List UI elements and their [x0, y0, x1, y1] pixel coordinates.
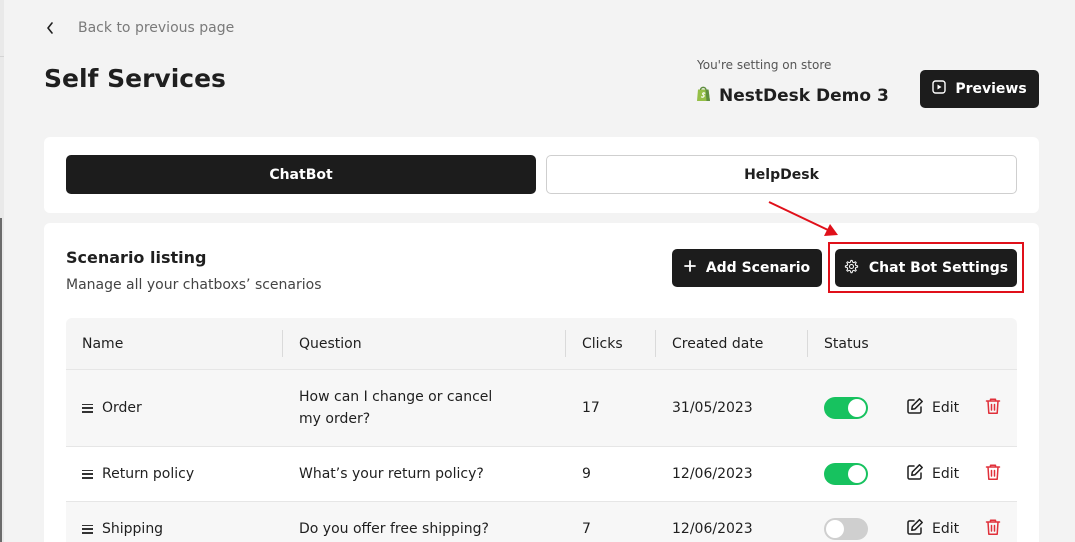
table-row: Order How can I change or cancel my orde…: [66, 369, 1017, 446]
edit-button[interactable]: Edit: [906, 447, 959, 501]
delete-button[interactable]: [985, 370, 1001, 446]
scenario-table: Name Question Clicks Created date Status…: [66, 318, 1017, 542]
toggle-knob: [848, 399, 866, 417]
scenario-name: Order: [102, 400, 142, 416]
chat-bot-settings-label: Chat Bot Settings: [868, 260, 1009, 276]
edge-scroll-indicator: [0, 218, 2, 542]
column-divider: [807, 330, 808, 357]
annotation-arrow: [768, 201, 838, 236]
status-cell: [824, 370, 868, 446]
edit-icon: [906, 397, 924, 419]
status-cell: [824, 502, 868, 542]
scenario-question: How can I change or cancel my order?: [299, 389, 493, 427]
delete-button[interactable]: [985, 447, 1001, 501]
drag-handle-icon[interactable]: [82, 403, 93, 413]
name-cell: Return policy: [82, 447, 194, 501]
scenario-clicks: 17: [582, 400, 600, 416]
scenario-clicks: 7: [582, 521, 591, 537]
add-scenario-button[interactable]: Add Scenario: [672, 249, 822, 287]
column-divider: [655, 330, 656, 357]
edit-label: Edit: [932, 466, 960, 482]
trash-icon: [985, 518, 1001, 540]
scenario-created-date: 12/06/2023: [672, 521, 753, 537]
chat-bot-settings-button[interactable]: Chat Bot Settings: [835, 249, 1017, 287]
previews-button-label: Previews: [955, 81, 1027, 97]
left-edge-strip: [0, 0, 4, 542]
column-header-created-date: Created date: [672, 335, 764, 352]
scenario-created-date: 31/05/2023: [672, 400, 753, 416]
store-name: NestDesk Demo 3: [696, 85, 889, 107]
edge-divider: [0, 56, 4, 57]
tab-chatbot[interactable]: ChatBot: [66, 155, 536, 194]
column-header-question: Question: [299, 335, 362, 352]
play-icon: [932, 80, 947, 98]
edit-icon: [906, 463, 924, 485]
drag-handle-icon[interactable]: [82, 524, 93, 534]
scenario-listing-card: Scenario listing Manage all your chatbox…: [44, 201, 1039, 542]
page-title: Self Services: [44, 64, 226, 93]
shopify-bag-icon: [696, 85, 711, 107]
name-cell: Order: [82, 370, 142, 446]
scenario-question: What’s your return policy?: [299, 466, 484, 482]
table-row: Return policy What’s your return policy?…: [66, 446, 1017, 501]
status-toggle[interactable]: [824, 518, 868, 540]
scenario-clicks: 9: [582, 466, 591, 482]
scenario-name: Shipping: [102, 521, 164, 537]
status-toggle[interactable]: [824, 463, 868, 485]
column-header-clicks: Clicks: [582, 335, 623, 352]
status-cell: [824, 447, 868, 501]
plus-icon: [683, 260, 696, 276]
store-name-label: NestDesk Demo 3: [719, 86, 889, 106]
tab-helpdesk[interactable]: HelpDesk: [546, 155, 1017, 194]
toggle-knob: [826, 520, 844, 538]
table-row: Shipping Do you offer free shipping? 7 1…: [66, 501, 1017, 542]
column-header-name: Name: [82, 335, 124, 352]
chevron-left-icon: [44, 18, 56, 38]
edit-button[interactable]: Edit: [906, 502, 959, 542]
drag-handle-icon[interactable]: [82, 469, 93, 479]
edit-button[interactable]: Edit: [906, 370, 959, 446]
section-title: Scenario listing: [66, 248, 207, 267]
scenario-question: Do you offer free shipping?: [299, 521, 489, 537]
table-header: Name Question Clicks Created date Status: [66, 318, 1017, 369]
previews-button[interactable]: Previews: [920, 70, 1039, 108]
edit-label: Edit: [932, 400, 960, 416]
column-header-status: Status: [824, 335, 869, 352]
delete-button[interactable]: [985, 502, 1001, 542]
scenario-created-date: 12/06/2023: [672, 466, 753, 482]
scenario-name: Return policy: [102, 466, 195, 482]
trash-icon: [985, 463, 1001, 485]
add-scenario-label: Add Scenario: [705, 260, 811, 276]
edit-icon: [906, 518, 924, 540]
column-divider: [565, 330, 566, 357]
gear-icon: [844, 259, 859, 278]
toggle-knob: [848, 465, 866, 483]
edit-label: Edit: [932, 521, 960, 537]
tabs-card: ChatBot HelpDesk: [44, 137, 1039, 213]
section-subtitle: Manage all your chatboxs’ scenarios: [66, 277, 322, 293]
column-divider: [282, 330, 283, 357]
back-link-label: Back to previous page: [78, 20, 235, 36]
back-link[interactable]: Back to previous page: [44, 18, 234, 38]
store-note: You're setting on store: [697, 58, 832, 72]
name-cell: Shipping: [82, 502, 163, 542]
status-toggle[interactable]: [824, 397, 868, 419]
trash-icon: [985, 397, 1001, 419]
